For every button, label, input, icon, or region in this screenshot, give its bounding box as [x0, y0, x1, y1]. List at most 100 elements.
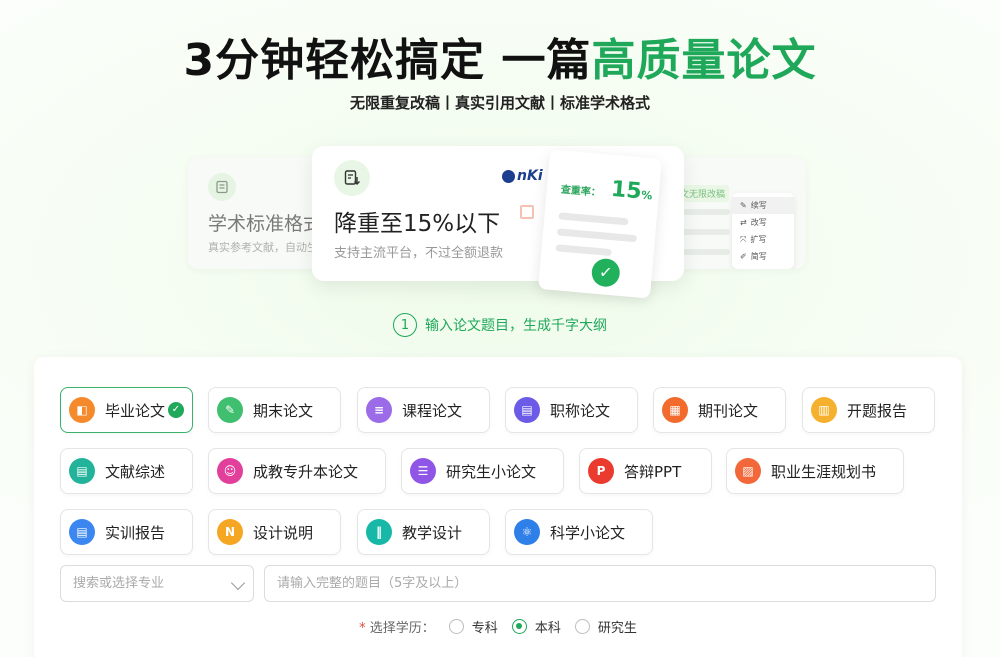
menu-item-expand: ⤧ 扩写 — [732, 231, 794, 248]
paper-type-option[interactable]: ◧ 毕业论文 ✓ — [60, 387, 193, 433]
report-number: 15 — [609, 176, 643, 205]
paper-type-option[interactable]: ≡ 课程论文 — [357, 387, 490, 433]
chart-icon: ▨ — [735, 458, 761, 484]
topic-input[interactable]: 请输入完整的题目（5字及以上） — [264, 565, 936, 602]
paper-type-option[interactable]: ⚛ 科学小论文 — [505, 509, 653, 555]
paper-type-option[interactable]: N 设计说明 — [208, 509, 341, 555]
paper-type-label: 教学设计 — [402, 523, 463, 542]
placeholder-line — [556, 228, 638, 243]
paper-type-label: 课程论文 — [402, 401, 463, 420]
paper-type-option[interactable]: ▤ 职称论文 — [505, 387, 638, 433]
rewrite-icon: ⇄ — [740, 218, 747, 227]
radio-icon — [511, 619, 527, 634]
atom-icon: ⚛ — [514, 519, 540, 545]
chevron-down-icon — [230, 575, 246, 591]
radio-label: 研究生 — [597, 621, 637, 636]
person-icon: ☺ — [217, 458, 243, 484]
menu-item-label: 改写 — [750, 218, 767, 227]
rewrite-menu: ✎ 续写 ⇄ 改写 ⤧ 扩写 ✐ 简写 — [732, 193, 794, 269]
certificate-icon: ▤ — [514, 397, 540, 423]
paper-type-option[interactable]: ▤ 实训报告 — [60, 509, 193, 555]
paper-type-label: 设计说明 — [253, 523, 314, 542]
paper-type-label: 实训报告 — [105, 523, 166, 542]
book-icon: ≡ — [366, 397, 392, 423]
placeholder-line — [558, 212, 629, 226]
menu-item-continue: ✎ 续写 — [732, 197, 794, 214]
paper-type-label: 期末论文 — [253, 401, 314, 420]
menu-item-label: 续写 — [750, 201, 767, 210]
journal-icon: ▦ — [662, 397, 688, 423]
paper-type-label: 科学小论文 — [550, 523, 626, 542]
feature-card-title: 学术标准格式 — [208, 213, 323, 235]
stamp-icon — [520, 205, 534, 219]
shorten-icon: ✐ — [740, 252, 747, 261]
paper-type-label: 职业生涯规划书 — [771, 462, 877, 481]
continue-icon: ✎ — [740, 201, 747, 210]
degree-label: * 选择学历： — [359, 617, 435, 636]
radio-label: 专科 — [471, 621, 498, 636]
paper-type-label: 期刊论文 — [698, 401, 759, 420]
paper-type-label: 研究生小论文 — [446, 462, 537, 481]
radio-icon — [574, 619, 590, 634]
paper-type-option[interactable]: P 答辩PPT — [579, 448, 712, 494]
plagiarism-report: 查重率： 15% ✓ — [538, 149, 662, 299]
report-label: 查重率： — [560, 184, 602, 199]
paper-type-label: 开题报告 — [847, 401, 908, 420]
paper-form-panel: ◧ 毕业论文 ✓ ✎ 期末论文 ≡ 课程论文 ▤ 职称论文 ▦ 期刊论文 ▥ 开题报告 ▤ 文献综述 ☺ 成教专… — [34, 357, 962, 657]
file-icon: ▤ — [69, 519, 95, 545]
report-unit: % — [640, 188, 653, 203]
paper-type-label: 职称论文 — [550, 401, 611, 420]
paper-type-option[interactable]: ‖ 教学设计 — [357, 509, 490, 555]
menu-item-shorten: ✐ 简写 — [732, 248, 794, 265]
paper-type-option[interactable]: ▨ 职业生涯规划书 — [726, 448, 904, 494]
ppt-icon: P — [588, 458, 614, 484]
paper-type-option[interactable]: ▦ 期刊论文 — [653, 387, 786, 433]
title-highlight: 高质量论文 — [591, 35, 817, 86]
feature-card-desc: 支持主流平台，不过全额退款 — [334, 246, 504, 261]
report-value: 15% — [610, 177, 654, 206]
paper-type-label: 答辩PPT — [624, 462, 682, 481]
graduation-icon: ◧ — [69, 397, 95, 423]
document-icon — [208, 173, 236, 201]
menu-item-label: 扩写 — [750, 235, 767, 244]
check-icon: ✓ — [590, 257, 621, 288]
radio-degree-0[interactable]: 专科 — [448, 617, 498, 636]
page-subtitle: 无限重复改稿丨真实引用文献丨标准学术格式 — [349, 94, 650, 112]
feature-card-dedup[interactable]: 降重至15%以下 支持主流平台，不过全额退款 nKi 查重率： 15% ✓ — [312, 146, 684, 299]
paper-type-label: 成教专升本论文 — [253, 462, 359, 481]
design-icon: N — [217, 519, 243, 545]
paper-type-label: 毕业论文 — [105, 401, 166, 420]
radio-degree-2[interactable]: 研究生 — [574, 617, 637, 636]
topic-input-placeholder: 请输入完整的题目（5字及以上） — [277, 576, 468, 591]
check-icon: ✓ — [168, 402, 184, 418]
degree-label-text: 选择学历： — [369, 621, 435, 636]
degree-selector: * 选择学历： 专科 本科 研究生 — [34, 617, 962, 636]
feature-card-title: 降重至15%以下 — [334, 211, 501, 237]
major-select[interactable]: 搜索或选择专业 — [60, 565, 254, 602]
title-main: 3分钟轻松搞定 一篇 — [183, 35, 592, 86]
list-icon: ☰ — [410, 458, 436, 484]
globe-icon — [502, 169, 515, 183]
major-select-placeholder: 搜索或选择专业 — [73, 576, 165, 591]
required-mark: * — [359, 621, 366, 636]
step-text: 输入论文题目，生成千字大纲 — [425, 318, 607, 334]
teach-icon: ‖ — [366, 519, 392, 545]
cnki-logo: nKi — [502, 168, 543, 184]
paper-type-option[interactable]: ✎ 期末论文 — [208, 387, 341, 433]
document-icon: ▤ — [69, 458, 95, 484]
radio-degree-1[interactable]: 本科 — [511, 617, 561, 636]
paper-type-option[interactable]: ▥ 开题报告 — [802, 387, 935, 433]
page-title: 3分钟轻松搞定 一篇高质量论文 — [0, 24, 1000, 88]
radio-label: 本科 — [534, 621, 561, 636]
menu-item-label: 简写 — [750, 252, 767, 261]
feature-card-desc: 真实参考文献，自动生成 — [208, 241, 329, 254]
pen-icon: ✎ — [217, 397, 243, 423]
expand-icon: ⤧ — [740, 235, 747, 244]
step-number: 1 — [393, 313, 417, 337]
paper-type-option[interactable]: ▤ 文献综述 — [60, 448, 193, 494]
paper-type-label: 文献综述 — [105, 462, 166, 481]
paper-type-option[interactable]: ☰ 研究生小论文 — [401, 448, 564, 494]
report-icon: ▥ — [811, 397, 837, 423]
paper-type-option[interactable]: ☺ 成教专升本论文 — [208, 448, 386, 494]
radio-icon — [448, 619, 464, 634]
